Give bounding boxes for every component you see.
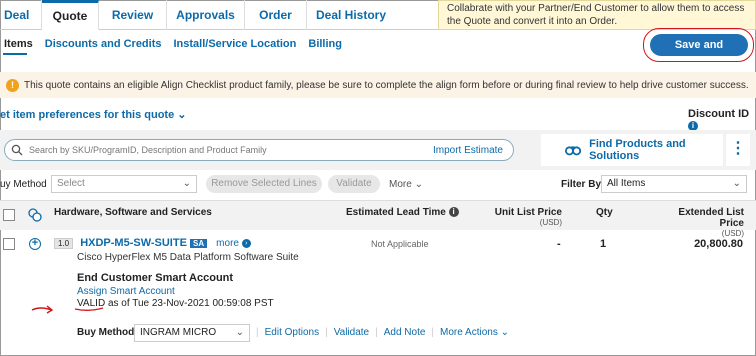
- tab-order[interactable]: Order: [245, 0, 307, 30]
- validate-link[interactable]: Validate: [334, 327, 369, 338]
- chevron-down-icon: ⌄: [182, 178, 191, 189]
- lead-time-value: Not Applicable: [371, 239, 429, 249]
- discount-id-label: Discount ID: [688, 108, 750, 120]
- info-icon: i: [448, 207, 459, 218]
- divider: |: [375, 327, 378, 338]
- more-menu[interactable]: More ⌄: [389, 179, 423, 190]
- more-link[interactable]: more ›: [216, 238, 251, 249]
- buy-method-select[interactable]: Select ⌄: [51, 175, 197, 193]
- col-unit-price-label: Unit List Price: [494, 207, 562, 218]
- tab-quote[interactable]: Quote: [42, 0, 99, 30]
- sku-search-input[interactable]: Search by SKU/ProgramID, Description and…: [4, 139, 514, 161]
- discount-id[interactable]: Discount ID i: [688, 108, 756, 132]
- expand-all-icon[interactable]: [28, 208, 42, 222]
- subtab-items[interactable]: Items: [0, 38, 33, 50]
- chevron-down-icon: ⌄: [177, 109, 187, 121]
- product-description: Cisco HyperFlex M5 Data Platform Softwar…: [77, 252, 299, 263]
- search-placeholder: Search by SKU/ProgramID, Description and…: [29, 145, 267, 155]
- more-actions-link[interactable]: More Actions ⌄: [440, 327, 509, 338]
- col-qty: Qty: [596, 207, 613, 218]
- select-all-checkbox[interactable]: [3, 209, 15, 221]
- subtab-billing[interactable]: Billing: [308, 38, 342, 50]
- divider: |: [325, 327, 328, 338]
- filter-value: All Items: [607, 178, 646, 189]
- valid-timestamp: as of Tue 23-Nov-2021 00:59:08 PST: [107, 298, 274, 309]
- chevron-down-icon: ⌄: [235, 327, 244, 338]
- item-preferences-link[interactable]: et item preferences for this quote ⌄: [0, 108, 187, 121]
- filter-by-label: Filter By: [561, 179, 602, 190]
- unit-price-value: -: [557, 238, 561, 250]
- search-bar-region: Search by SKU/ProgramID, Description and…: [0, 130, 756, 170]
- row-buy-method-value: INGRAM MICRO: [140, 327, 217, 338]
- col-hardware: Hardware, Software and Services: [54, 207, 212, 218]
- validate-button[interactable]: Validate: [328, 175, 380, 193]
- find-products-button[interactable]: Find Products and Solutions: [541, 134, 723, 166]
- validity-status: VALID as of Tue 23-Nov-2021 00:59:08 PST: [77, 298, 274, 309]
- more-link-label: more: [216, 238, 239, 249]
- row-buy-method-select[interactable]: INGRAM MICRO ⌄: [134, 324, 250, 342]
- subtab-install[interactable]: Install/Service Location: [174, 38, 297, 50]
- subtab-active-indicator: [3, 53, 27, 55]
- more-actions-label: More Actions: [440, 327, 498, 338]
- more-options-kebab-icon[interactable]: ⋮: [726, 134, 750, 166]
- tab-review[interactable]: Review: [99, 0, 167, 30]
- col-lead-time: Estimated Lead Time i: [346, 207, 459, 218]
- search-icon: [11, 144, 23, 156]
- divider: |: [431, 327, 435, 338]
- top-tab-bar: Deal Quote Review Approvals Order Deal H…: [0, 0, 440, 30]
- chevron-down-icon: ⌄: [500, 327, 510, 338]
- row-action-links: | Edit Options | Validate | Add Note | M…: [256, 327, 509, 338]
- qty-value: 1: [600, 238, 607, 250]
- import-estimate-link[interactable]: Import Estimate: [433, 145, 513, 156]
- col-extended-price-sub: (USD): [721, 229, 744, 238]
- more-label: More: [389, 179, 412, 190]
- sku-link[interactable]: HXDP-M5-SW-SUITE: [80, 237, 187, 249]
- chevron-right-icon: ›: [241, 238, 251, 248]
- buy-method-value: Select: [57, 178, 85, 189]
- align-checklist-banner: ! This quote contains an eligible Align …: [0, 72, 756, 98]
- row-sku-line: 1.0 HXDP-M5-SW-SUITE SA more ›: [54, 237, 251, 249]
- filter-select[interactable]: All Items ⌄: [601, 175, 747, 193]
- add-note-link[interactable]: Add Note: [384, 327, 426, 338]
- buy-method-label: uy Method: [0, 179, 47, 190]
- col-extended-price: Extended List Price (USD): [652, 207, 744, 238]
- remove-selected-lines-button[interactable]: Remove Selected Lines: [206, 175, 322, 193]
- col-lead-time-label: Estimated Lead Time: [346, 207, 446, 218]
- tab-deal[interactable]: Deal: [0, 0, 42, 30]
- warning-icon: !: [6, 78, 19, 92]
- assign-smart-account-link[interactable]: Assign Smart Account: [77, 286, 175, 297]
- collaborate-tooltip: Collabrate with your Partner/End Custome…: [438, 0, 756, 30]
- col-unit-price-sub: (USD): [539, 218, 562, 227]
- extended-price-value: 20,800.80: [694, 238, 743, 250]
- save-and-continue-button[interactable]: Save and Continue: [650, 34, 748, 73]
- line-number-badge: 1.0: [54, 238, 74, 249]
- expand-row-icon[interactable]: +: [29, 238, 41, 250]
- red-annotation-underline: [74, 307, 104, 311]
- col-extended-price-label: Extended List Price: [678, 207, 744, 229]
- quote-subtabs: Items Discounts and Credits Install/Serv…: [0, 38, 342, 50]
- subtab-discounts[interactable]: Discounts and Credits: [45, 38, 162, 50]
- item-preferences-label: et item preferences for this quote: [0, 109, 175, 121]
- table-header: Hardware, Software and Services Estimate…: [0, 200, 756, 238]
- edit-options-link[interactable]: Edit Options: [265, 327, 319, 338]
- divider: |: [256, 327, 259, 338]
- chevron-down-icon: ⌄: [732, 178, 741, 189]
- chevron-down-icon: ⌄: [414, 179, 423, 190]
- bulk-actions-row: uy Method Select ⌄ Remove Selected Lines…: [0, 175, 756, 195]
- row-checkbox[interactable]: [3, 238, 15, 250]
- tab-approvals[interactable]: Approvals: [167, 0, 245, 30]
- banner-text: This quote contains an eligible Align Ch…: [24, 79, 749, 91]
- binoculars-icon: [565, 146, 582, 156]
- sa-badge: SA: [189, 239, 208, 248]
- row-buy-method-label: Buy Method: [77, 327, 135, 338]
- tab-deal-history[interactable]: Deal History: [307, 0, 395, 30]
- col-unit-price: Unit List Price (USD): [492, 207, 562, 227]
- red-annotation-arrow-icon: [31, 305, 54, 314]
- find-products-label: Find Products and Solutions: [589, 138, 686, 162]
- smart-account-title: End Customer Smart Account: [77, 272, 234, 284]
